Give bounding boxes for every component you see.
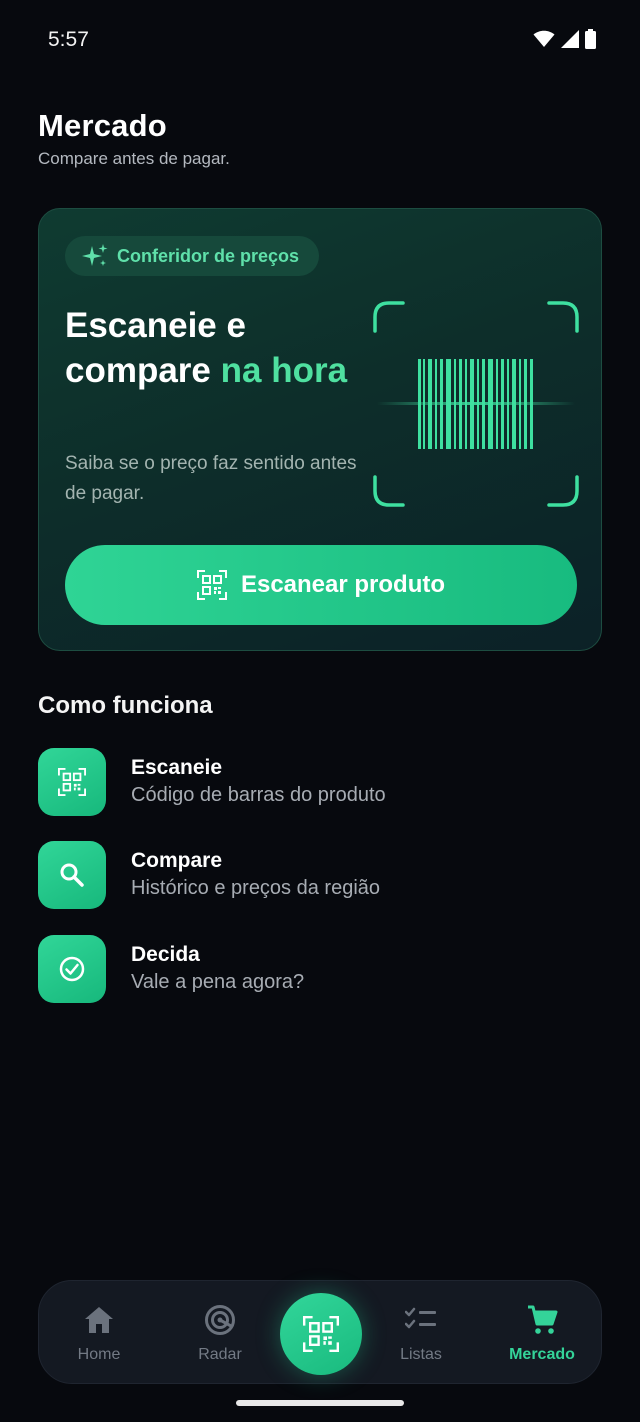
step-icon-container [38, 841, 106, 909]
nav-label: Radar [198, 1346, 242, 1363]
home-icon [82, 1303, 116, 1337]
nav-item-home[interactable]: Home [49, 1281, 149, 1385]
step-compare: Compare Histórico e preços da região [38, 841, 598, 909]
page-subtitle: Compare antes de pagar. [38, 149, 230, 168]
step-description: Vale a pena agora? [131, 971, 305, 993]
qr-scan-icon [196, 570, 227, 600]
badge-label: Conferidor de preços [117, 245, 300, 266]
step-title: Decida [131, 943, 200, 966]
scan-button-label: Escanear produto [240, 571, 446, 598]
price-checker-card: Conferidor de preços Escaneie e compare … [38, 208, 602, 651]
home-indicator[interactable] [236, 1400, 404, 1406]
barcode-scan-illustration [373, 301, 579, 507]
qr-scan-icon [303, 1316, 339, 1352]
wifi-icon [533, 30, 555, 47]
mercado-screen: 5:57 Mercado Compare antes de pagar. Con… [0, 0, 640, 1422]
headline-text: Escaneie e compare [65, 306, 246, 390]
headline-accent: na hora [220, 351, 348, 390]
signal-icon [561, 30, 579, 48]
cart-icon [525, 1303, 559, 1337]
step-title: Escaneie [131, 756, 223, 779]
bottom-navigation: Home Radar Listas Mercado [38, 1280, 602, 1384]
nav-label: Listas [400, 1346, 442, 1363]
step-description: Código de barras do produto [131, 784, 386, 806]
price-checker-badge: Conferidor de preços [65, 236, 320, 276]
step-description: Histórico e preços da região [131, 877, 381, 899]
status-icons [533, 29, 596, 49]
status-bar: 5:57 [0, 0, 640, 80]
step-decide: Decida Vale a pena agora? [38, 935, 598, 1003]
status-time: 5:57 [48, 28, 89, 51]
how-it-works-title: Como funciona [38, 692, 213, 719]
nav-label: Home [77, 1346, 121, 1363]
check-circle-icon [59, 956, 85, 982]
center-scan-button[interactable] [280, 1293, 362, 1375]
search-icon [60, 863, 84, 887]
battery-icon [585, 29, 596, 49]
nav-label: Mercado [509, 1346, 575, 1363]
scan-product-button[interactable]: Escanear produto [65, 545, 577, 625]
page-title: Mercado [38, 108, 167, 143]
step-title: Compare [131, 849, 223, 872]
nav-item-mercado[interactable]: Mercado [492, 1281, 592, 1385]
nav-item-radar[interactable]: Radar [170, 1281, 270, 1385]
radar-icon [203, 1303, 237, 1337]
hero-description: Saiba se o preço faz sentido antes de pa… [65, 453, 357, 504]
step-icon-container [38, 748, 106, 816]
checklist-icon [404, 1303, 438, 1337]
qr-code-icon [58, 768, 86, 796]
step-icon-container [38, 935, 106, 1003]
step-scan: Escaneie Código de barras do produto [38, 748, 598, 816]
nav-item-listas[interactable]: Listas [371, 1281, 471, 1385]
sparkles-icon [82, 244, 108, 266]
hero-headline: Escaneie e compare na hora [65, 303, 365, 393]
